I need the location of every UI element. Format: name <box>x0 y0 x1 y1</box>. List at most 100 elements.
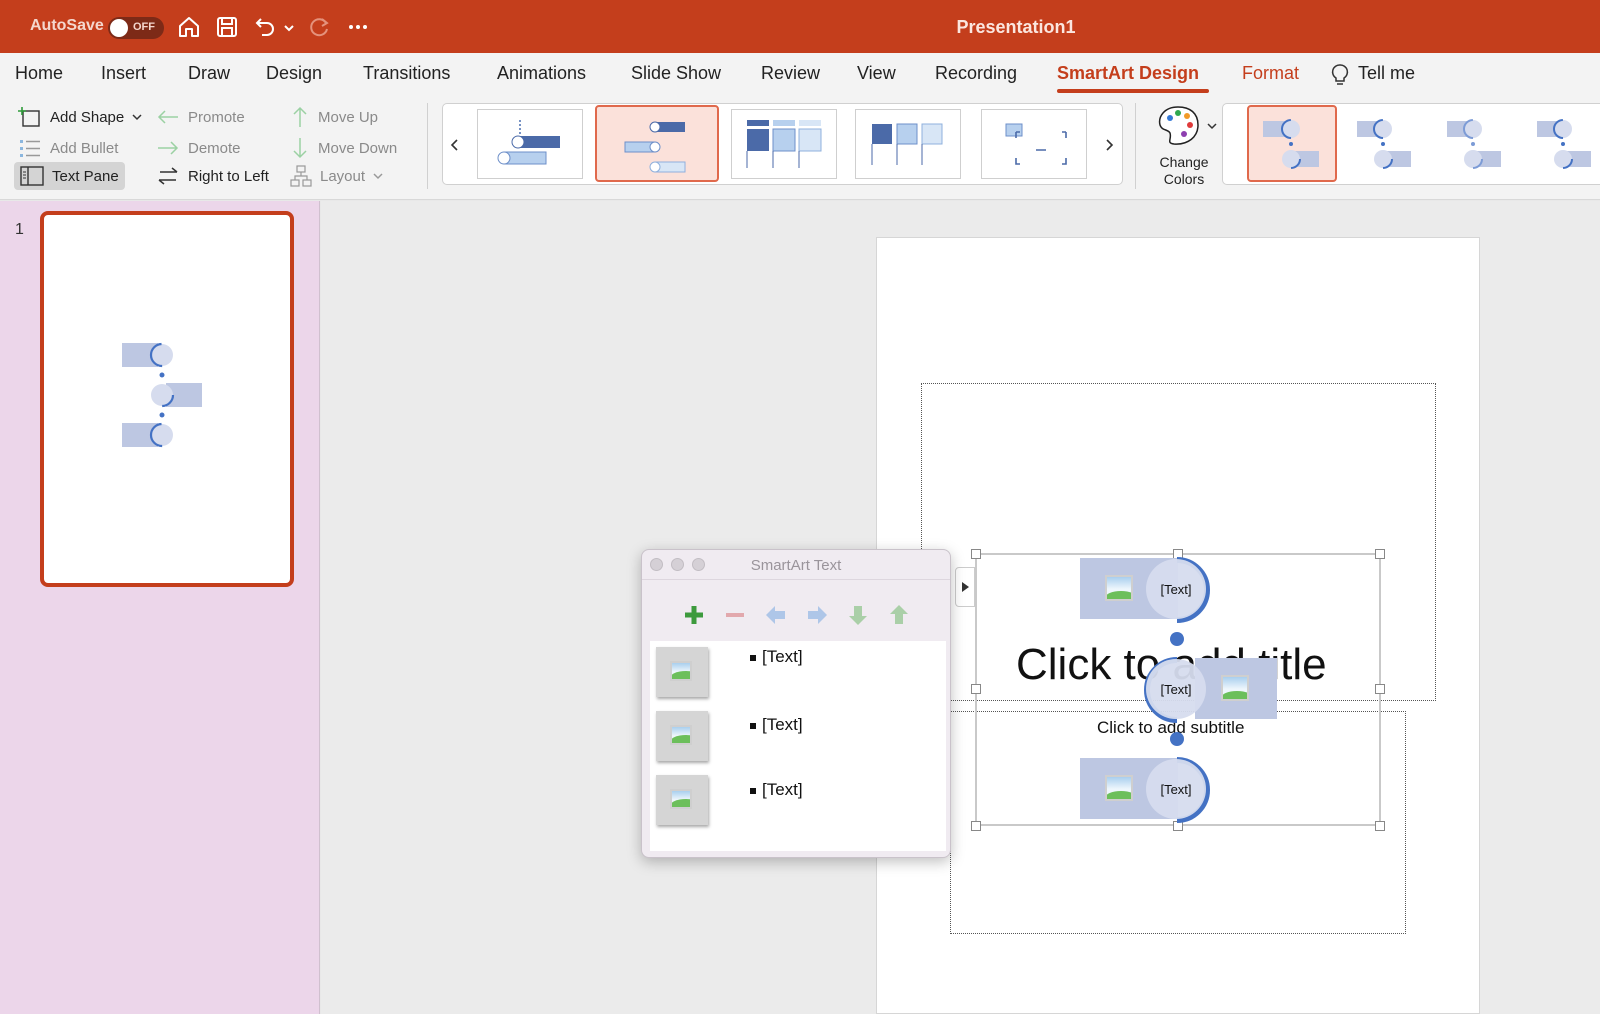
move-down-label: Move Down <box>318 139 398 157</box>
style-preview <box>1537 119 1591 169</box>
list-item-text[interactable]: [Text] <box>750 780 803 800</box>
tab-home[interactable]: Home <box>15 63 63 84</box>
text-pane-label: Text Pane <box>52 167 119 185</box>
picture-thumb[interactable] <box>656 775 708 825</box>
slides-pane: 1 <box>0 201 320 1014</box>
picture-thumb[interactable] <box>656 711 708 761</box>
arrow-right-icon <box>158 141 179 155</box>
gallery-next-icon[interactable] <box>1103 138 1115 152</box>
divider <box>427 103 428 189</box>
resize-handle[interactable] <box>971 821 981 831</box>
arrow-up-icon <box>293 106 307 127</box>
style-gallery <box>1222 103 1600 185</box>
move-up-button[interactable]: Move Up <box>284 104 384 130</box>
promote-icon <box>766 606 785 624</box>
pane-title: SmartArt Text <box>750 557 842 574</box>
add-shape-icon <box>18 107 40 127</box>
chevron-down-icon <box>1207 123 1217 130</box>
layout-preview <box>1005 123 1067 165</box>
ribbon: Add Shape Add Bullet Text Pane Promote D… <box>0 95 1600 200</box>
layout-thumb-3[interactable] <box>731 109 837 179</box>
ribbon-tabs: Home Insert Draw Design Transitions Anim… <box>0 53 1600 95</box>
smartart-text-pane: SmartArt Text [Text] [Text] [Text] <box>641 549 951 858</box>
resize-handle[interactable] <box>971 549 981 559</box>
smartart-text-node[interactable]: [Text] <box>1146 759 1206 819</box>
demote-label: Demote <box>188 139 241 157</box>
tab-view[interactable]: View <box>857 63 896 84</box>
style-thumb-3[interactable] <box>1433 109 1519 179</box>
lightbulb-icon <box>1331 64 1349 85</box>
chevron-down-icon <box>132 114 142 121</box>
layout-preview <box>624 121 686 173</box>
tab-review[interactable]: Review <box>761 63 820 84</box>
tab-format[interactable]: Format <box>1242 63 1299 84</box>
resize-handle[interactable] <box>971 684 981 694</box>
promote-label: Promote <box>188 108 245 126</box>
slide-thumbnail[interactable] <box>40 211 294 587</box>
slide-number: 1 <box>15 221 24 238</box>
tab-insert[interactable]: Insert <box>101 63 146 84</box>
resize-handle[interactable] <box>1375 821 1385 831</box>
add-bullet-icon <box>20 140 40 157</box>
tab-draw[interactable]: Draw <box>188 63 230 84</box>
tab-design[interactable]: Design <box>266 63 322 84</box>
smartart-text-node[interactable]: [Text] <box>1146 659 1206 719</box>
chevron-down-icon <box>373 173 383 180</box>
divider <box>642 579 950 580</box>
tab-slide-show[interactable]: Slide Show <box>631 63 721 84</box>
add-bullet-label: Add Bullet <box>50 139 119 157</box>
style-preview <box>1447 119 1501 169</box>
text-pane-icon <box>20 166 44 186</box>
style-preview <box>1357 119 1411 169</box>
connector-dot <box>1170 732 1184 746</box>
smartart-thumbnail-preview <box>122 342 202 448</box>
tab-transitions[interactable]: Transitions <box>363 63 450 84</box>
demote-icon <box>808 606 827 624</box>
active-tab-indicator <box>1057 89 1209 93</box>
change-colors-button[interactable]: Change Colors <box>1148 103 1220 189</box>
picture-placeholder-icon[interactable] <box>1105 575 1133 601</box>
layout-button[interactable]: Layout <box>284 163 389 189</box>
text-pane-list: [Text] [Text] [Text] <box>650 641 946 851</box>
gallery-prev-icon[interactable] <box>449 138 461 152</box>
resize-handle[interactable] <box>1375 549 1385 559</box>
style-thumb-2[interactable] <box>1343 109 1429 179</box>
picture-placeholder-icon[interactable] <box>1221 675 1249 701</box>
layout-label: Layout <box>320 167 366 185</box>
layout-thumb-5[interactable] <box>981 109 1087 179</box>
tab-smartart-design[interactable]: SmartArt Design <box>1057 63 1199 84</box>
style-thumb-1[interactable] <box>1247 105 1337 182</box>
add-shape-button[interactable]: Add Shape <box>12 104 148 130</box>
smartart-text-node[interactable]: [Text] <box>1146 559 1206 619</box>
style-thumb-4[interactable] <box>1523 109 1600 179</box>
expand-arrow-icon <box>962 582 969 592</box>
add-icon[interactable] <box>682 604 706 626</box>
layout-thumb-1[interactable] <box>477 109 583 179</box>
change-colors-line1: Change <box>1159 154 1209 170</box>
remove-icon <box>726 613 744 617</box>
text-pane-button[interactable]: Text Pane <box>14 162 125 190</box>
move-down-button[interactable]: Move Down <box>284 135 403 161</box>
layout-gallery <box>442 103 1123 185</box>
tab-animations[interactable]: Animations <box>497 63 586 84</box>
promote-button[interactable]: Promote <box>150 104 251 130</box>
tab-recording[interactable]: Recording <box>935 63 1017 84</box>
list-item-text[interactable]: [Text] <box>750 715 803 735</box>
layout-thumb-2[interactable] <box>595 105 719 182</box>
connector-dot <box>1170 632 1184 646</box>
layout-preview <box>746 120 822 168</box>
demote-button[interactable]: Demote <box>150 135 247 161</box>
picture-thumb[interactable] <box>656 647 708 697</box>
right-to-left-button[interactable]: Right to Left <box>150 163 275 189</box>
list-item-text[interactable]: [Text] <box>750 647 803 667</box>
change-colors-label: Change Colors <box>1148 154 1220 188</box>
add-bullet-button[interactable]: Add Bullet <box>12 135 124 161</box>
resize-handle[interactable] <box>1375 684 1385 694</box>
document-title: Presentation1 <box>956 17 1076 37</box>
picture-placeholder-icon[interactable] <box>1105 775 1133 801</box>
tab-tell-me[interactable]: Tell me <box>1358 63 1415 84</box>
text-pane-toggle[interactable] <box>955 567 975 607</box>
layout-preview <box>871 123 943 165</box>
layout-thumb-4[interactable] <box>855 109 961 179</box>
org-chart-icon <box>290 165 312 187</box>
